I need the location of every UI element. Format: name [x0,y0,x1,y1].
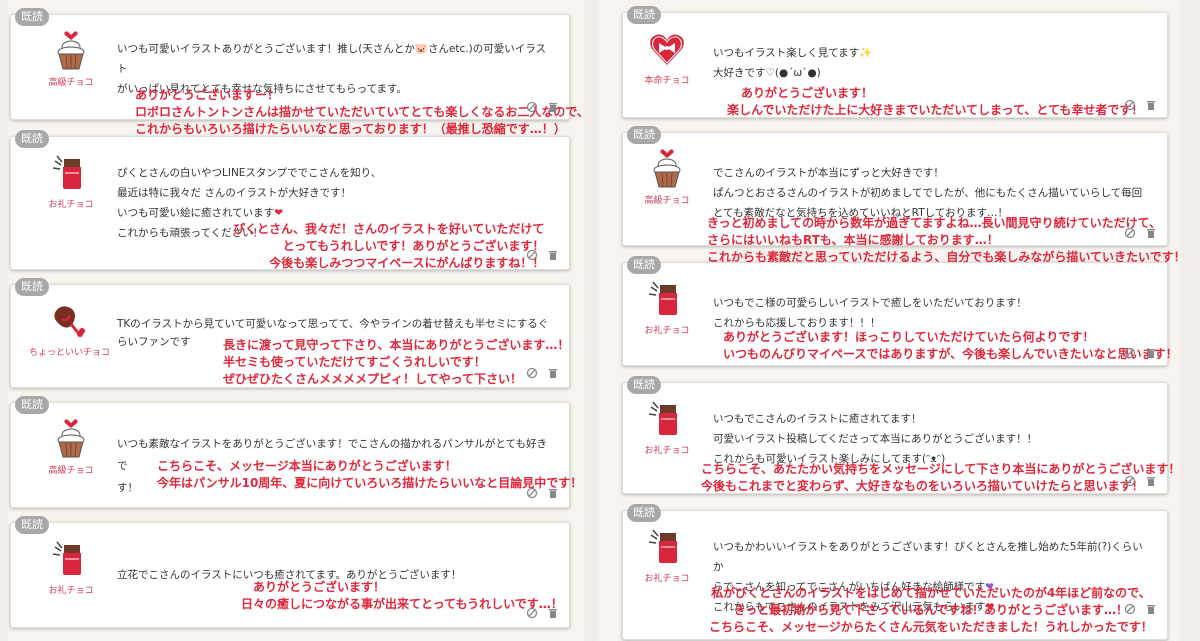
message-card: 既読 高級チョコ いつも可愛いイラストありがとうございます！推し(天さんとか🐷さ… [10,8,589,136]
trash-icon[interactable] [1145,475,1157,487]
card-actions [1124,603,1157,615]
message-text: いつもイラスト楽しく見てます✨ 大好きです♡(●´ω`●) [713,47,873,79]
message-card: 既読 高級チョコ でこさんのイラストが本当にずっと大好きです！ ぱんつとおさるさ… [622,126,1186,264]
block-icon[interactable] [1124,475,1136,487]
reply-text: 私がぴくとさんのイラストをはじめて描かせていただいたのが4年ほど前なので、 きっ… [709,586,1153,634]
card-actions [1124,347,1157,359]
block-icon[interactable] [1124,347,1136,359]
message-card: 既読 ちょっといいチョコ TKのイラストから見ていて可愛いなって思ってて、今やラ… [10,278,570,388]
card-actions [526,367,559,379]
heart-icon: ❤ [274,207,283,219]
read-badge: 既読 [15,278,49,296]
chocolate-stamp: お礼チョコ [41,153,101,210]
heart-gift-box-icon [650,34,684,65]
stamp-name: お礼チョコ [644,326,690,336]
block-icon[interactable] [526,607,538,619]
trash-icon[interactable] [1145,603,1157,615]
block-icon[interactable] [526,101,538,113]
message-card: 既読 お礼チョコ いつもでこさんのイラストに癒されてます！ 可愛いイラスト投稿し… [622,376,1180,494]
read-badge: 既読 [627,376,661,394]
trash-icon[interactable] [1145,227,1157,239]
reply-text: こちらこそ、メッセージ本当にありがとうございます！ 今年はパンサル10周年、夏に… [157,459,583,490]
stamp-name: 高級チョコ [48,78,94,88]
stamp-name: 高級チョコ [48,466,94,476]
trash-icon[interactable] [547,487,559,499]
reply-text: 長きに渡って見守って下さり、本当にありがとうございます…！ 半セミも使っていただ… [223,338,570,386]
cupcake-choco-icon [57,419,85,458]
chocolate-stamp: お礼チョコ [637,279,697,336]
card-actions [1124,227,1157,239]
stamp-name: お礼チョコ [644,446,690,456]
card-actions [526,607,559,619]
stamp-name: お礼チョコ [48,586,94,596]
read-badge: 既読 [627,6,661,24]
message-text: いつもでこ様の可愛らしいイラストで癒しをいただいております！ これからも応援して… [713,297,1027,329]
thanks-choco-icon [648,401,677,435]
thanks-choco-icon [52,155,81,189]
chocolate-stamp: お礼チョコ [41,539,101,596]
stamp-name: お礼チョコ [644,574,690,584]
block-icon[interactable] [1124,603,1136,615]
chocolate-stamp: お礼チョコ [637,399,697,456]
choco-drumstick-icon [54,306,85,337]
read-badge: 既読 [627,256,661,274]
chocolate-stamp: ちょっといいチョコ [29,301,111,358]
reply-text: ありがとうございますー！ ロボロさんトントンさんは描かせていただいていてとても楽… [135,88,589,136]
trash-icon[interactable] [1145,99,1157,111]
message-text: いつもでこさんのイラストに癒されてます！ 可愛いイラスト投稿してくださって本当に… [713,413,1038,465]
read-badge: 既読 [627,504,661,522]
trash-icon[interactable] [547,607,559,619]
stamp-name: 本命チョコ [644,76,690,86]
block-icon[interactable] [526,249,538,261]
reply-text: ぴくとさん、我々だ！さんのイラストを好いていただけて とってもうれしいです！あり… [233,222,545,270]
thanks-choco-icon [648,529,677,563]
card-actions [1124,475,1157,487]
reply-text: きっと初めましての時から数年が過ぎてますよね…長い間見守り続けていただけて、 さ… [707,216,1186,264]
message-card: 既読 お礼チョコ ぴくとさんの白いやつLINEスタンプででこさんを知り、 最近は… [10,130,570,270]
message-text: でこさんのイラストが本当にずっと大好きです！ ぱんつとおさるさんのイラストが初め… [713,167,1143,219]
read-badge: 既読 [15,516,49,534]
trash-icon[interactable] [1145,347,1157,359]
block-icon[interactable] [1124,99,1136,111]
card-actions [526,249,559,261]
message-card: 既読 お礼チョコ いつもでこ様の可愛らしいイラストで癒しをいただいております！ … [622,256,1178,366]
message-card: 既読 お礼チョコ 立花でこさんのイラストにいつも癒されてます。ありがとうございま… [10,516,570,628]
message-card: 既読 お礼チョコ いつもかわいいイラストをありがとうございます！ぴくとさんを推し… [622,504,1168,640]
cupcake-choco-icon [653,149,681,188]
chocolate-stamp: お礼チョコ [637,527,697,584]
read-badge: 既読 [15,8,49,26]
block-icon[interactable] [526,367,538,379]
stamp-name: 高級チョコ [644,196,690,206]
block-icon[interactable] [1124,227,1136,239]
stamp-name: お礼チョコ [48,200,94,210]
trash-icon[interactable] [547,249,559,261]
card-actions [526,487,559,499]
read-badge: 既読 [15,396,49,414]
block-icon[interactable] [526,487,538,499]
read-badge: 既読 [627,126,661,144]
message-card: 既読 高級チョコ いつも素敵なイラストをありがとうございます！でこさんの描かれる… [10,396,582,508]
reply-text: ありがとうございます！ 日々の癒しにつながる事が出来てとってもうれしいです…！ [241,580,563,611]
stamp-name: ちょっといいチョコ [29,348,111,358]
chocolate-stamp: 高級チョコ [41,419,101,476]
trash-icon[interactable] [547,101,559,113]
chocolate-stamp: 高級チョコ [637,149,697,206]
reply-text: ありがとうございます！ 楽しんでいただけた上に大好きまでいただいてしまって、とて… [727,86,1144,117]
card-actions [1124,99,1157,111]
cupcake-choco-icon [57,31,85,70]
thanks-choco-icon [648,281,677,315]
message-card: 既読 本命チョコ いつもイラスト楽しく見てます✨ 大好きです♡(●´ω`●) あ… [622,6,1168,118]
read-badge: 既読 [15,130,49,148]
card-actions [526,101,559,113]
chocolate-stamp: 高級チョコ [41,31,101,88]
reply-text: ありがとうございます！ほっこりしていただけていたら何よりです！ いつものんびりマ… [723,330,1178,361]
chocolate-stamp: 本命チョコ [637,29,697,86]
reply-text: こちらこそ、あたたかい気持ちをメッセージにして下さり本当にありがとうございます！… [701,462,1181,493]
thanks-choco-icon [52,541,81,575]
trash-icon[interactable] [547,367,559,379]
